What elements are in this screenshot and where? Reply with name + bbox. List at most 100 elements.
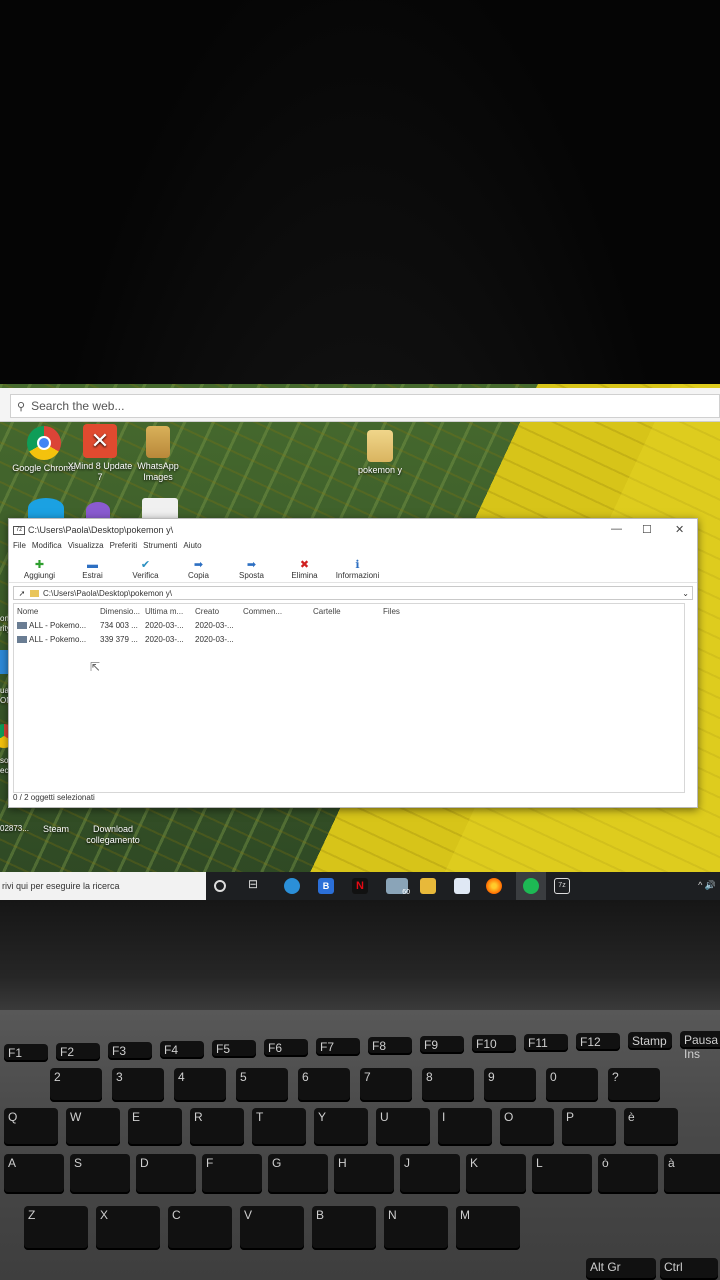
- table-cell: 2020-03-...: [195, 634, 234, 644]
- toolbar-button-elimina[interactable]: ✖ Elimina: [278, 559, 331, 580]
- table-cell: 2020-03-...: [145, 620, 184, 630]
- task-view-icon[interactable]: ⊟: [248, 877, 264, 893]
- letter-key: Z: [24, 1206, 88, 1250]
- menu-item-strumenti[interactable]: Strumenti: [143, 541, 177, 555]
- app-icon: 7z: [13, 525, 25, 535]
- function-key: Stamp: [628, 1032, 672, 1050]
- menu-item-file[interactable]: File: [13, 541, 26, 555]
- column-header[interactable]: Creato: [195, 607, 243, 616]
- laptop-screen: ⚲ Search the web... Google Chrome ✕ XMin…: [0, 384, 720, 900]
- desktop-icon-partial-blue[interactable]: [28, 498, 64, 518]
- system-tray[interactable]: ^ 🔊: [698, 880, 716, 891]
- photos-icon[interactable]: 60: [386, 878, 410, 896]
- column-header[interactable]: Nome: [14, 607, 96, 616]
- address-bar[interactable]: ➚ C:\Users\Paola\Desktop\pokemon y\ ⌄: [13, 586, 693, 600]
- menu-item-preferiti[interactable]: Preferiti: [110, 541, 138, 555]
- desktop-icon-steam[interactable]: Steam: [26, 824, 86, 835]
- spotify-tab[interactable]: [516, 872, 546, 900]
- number-key: 0: [546, 1068, 598, 1102]
- column-header[interactable]: Dimensio...: [96, 607, 145, 616]
- window-title: C:\Users\Paola\Desktop\pokemon y\: [28, 525, 174, 535]
- number-key: 8: [422, 1068, 474, 1102]
- maximize-button[interactable]: ☐: [642, 523, 652, 536]
- archive-icon: [17, 635, 27, 643]
- desktop-icon-partial-white[interactable]: [142, 498, 178, 518]
- letter-key: è: [624, 1108, 678, 1146]
- column-header[interactable]: Files: [383, 607, 443, 616]
- menu-item-aiuto[interactable]: Aiuto: [183, 541, 201, 555]
- letter-key: N: [384, 1206, 448, 1250]
- menu-item-visualizza[interactable]: Visualizza: [68, 541, 104, 555]
- table-row[interactable]: ALL - Pokemo... 734 003 ... 2020-03-... 202…: [14, 618, 684, 632]
- desktop-icon-pokemon-y[interactable]: pokemon y: [346, 430, 414, 476]
- number-key: 3: [112, 1068, 164, 1102]
- toolbar-button-copia[interactable]: ➡ Copia: [172, 559, 225, 580]
- function-key: F11: [524, 1034, 568, 1052]
- mouse-cursor-icon: ⇱: [90, 660, 101, 674]
- letter-key: ò: [598, 1154, 658, 1194]
- function-key: F8: [368, 1037, 412, 1055]
- function-key: F10: [472, 1035, 516, 1053]
- menu-item-modifica[interactable]: Modifica: [32, 541, 62, 555]
- menu-bar: File Modifica Visualizza Preferiti Strumenti…: [9, 541, 697, 555]
- desktop-icon-partial-purple[interactable]: [86, 502, 110, 518]
- chevron-down-icon[interactable]: ⌄: [682, 589, 692, 598]
- file-rows: ALL - Pokemo... 734 003 ... 2020-03-... 202…: [14, 618, 684, 646]
- toolbar-button-informazioni[interactable]: ℹ Informazioni: [331, 559, 384, 580]
- table-cell: 2020-03-...: [195, 620, 234, 630]
- toolbar-button-sposta[interactable]: ➡ Sposta: [225, 559, 278, 580]
- letter-key: D: [136, 1154, 196, 1194]
- address-path: C:\Users\Paola\Desktop\pokemon y\: [43, 588, 172, 598]
- letter-key: U: [376, 1108, 430, 1146]
- toolbar-button-verifica[interactable]: ✔ Verifica: [119, 559, 172, 580]
- archive-icon: [17, 621, 27, 629]
- sevenzip-taskbar-icon[interactable]: 7z: [554, 878, 570, 894]
- column-header[interactable]: Commen...: [243, 607, 313, 616]
- folder-icon: [30, 589, 39, 597]
- desktop-icon-label: Download collegamento: [86, 824, 140, 845]
- letter-key: S: [70, 1154, 130, 1194]
- file-name-cell: ALL - Pokemo...: [14, 621, 96, 630]
- toolbar-button-label: Estrai: [82, 571, 103, 580]
- column-header[interactable]: Cartelle: [313, 607, 383, 616]
- laptop-bezel: [0, 900, 720, 1010]
- store-icon[interactable]: [454, 878, 470, 894]
- function-key: F1: [4, 1044, 48, 1062]
- letter-key: à: [664, 1154, 720, 1194]
- edge-label: 02873...: [0, 824, 29, 833]
- firefox-icon[interactable]: [486, 878, 502, 894]
- edge-browser-icon[interactable]: [284, 878, 300, 894]
- toolbar-button-aggiungi[interactable]: ✚ Aggiungi: [13, 559, 66, 580]
- window-titlebar[interactable]: 7z C:\Users\Paola\Desktop\pokemon y\ — ☐…: [9, 519, 697, 541]
- search-input[interactable]: ⚲ Search the web...: [10, 394, 720, 418]
- file-name: ALL - Pokemo...: [29, 634, 87, 644]
- table-row[interactable]: ALL - Pokemo... 339 379 ... 2020-03-... 202…: [14, 632, 684, 646]
- table-cell: 339 379 ...: [100, 634, 138, 644]
- info-icon: ℹ: [355, 559, 360, 571]
- number-key: 5: [236, 1068, 288, 1102]
- letter-key: A: [4, 1154, 64, 1194]
- taskbar-search-input[interactable]: rivi qui per eseguire la ricerca: [0, 872, 206, 900]
- close-button[interactable]: ✕: [675, 523, 684, 536]
- taskbar: rivi qui per eseguire la ricerca ⊟ B N 6…: [0, 872, 720, 900]
- number-key: 9: [484, 1068, 536, 1102]
- netflix-icon[interactable]: N: [352, 878, 368, 894]
- bing-icon[interactable]: B: [318, 878, 334, 894]
- desktop-icon-whatsapp-images[interactable]: WhatsApp Images: [124, 426, 192, 483]
- check-icon: ✔: [140, 559, 151, 571]
- copy-arrow-icon: ➡: [193, 559, 204, 571]
- number-key: ?: [608, 1068, 660, 1102]
- number-key: 6: [298, 1068, 350, 1102]
- up-folder-icon[interactable]: ➚: [14, 589, 30, 598]
- file-name-cell: ALL - Pokemo...: [14, 635, 96, 644]
- letter-key: C: [168, 1206, 232, 1250]
- delete-icon: ✖: [299, 559, 310, 571]
- column-header[interactable]: Ultima m...: [145, 607, 195, 616]
- file-explorer-icon[interactable]: [420, 878, 436, 894]
- minimize-button[interactable]: —: [611, 523, 622, 535]
- cortana-icon[interactable]: [214, 880, 226, 892]
- function-key: F2: [56, 1043, 100, 1061]
- toolbar-button-estrai[interactable]: ▬ Estrai: [66, 559, 119, 580]
- letter-key: I: [438, 1108, 492, 1146]
- desktop-icon-download-link[interactable]: Download collegamento: [82, 824, 144, 846]
